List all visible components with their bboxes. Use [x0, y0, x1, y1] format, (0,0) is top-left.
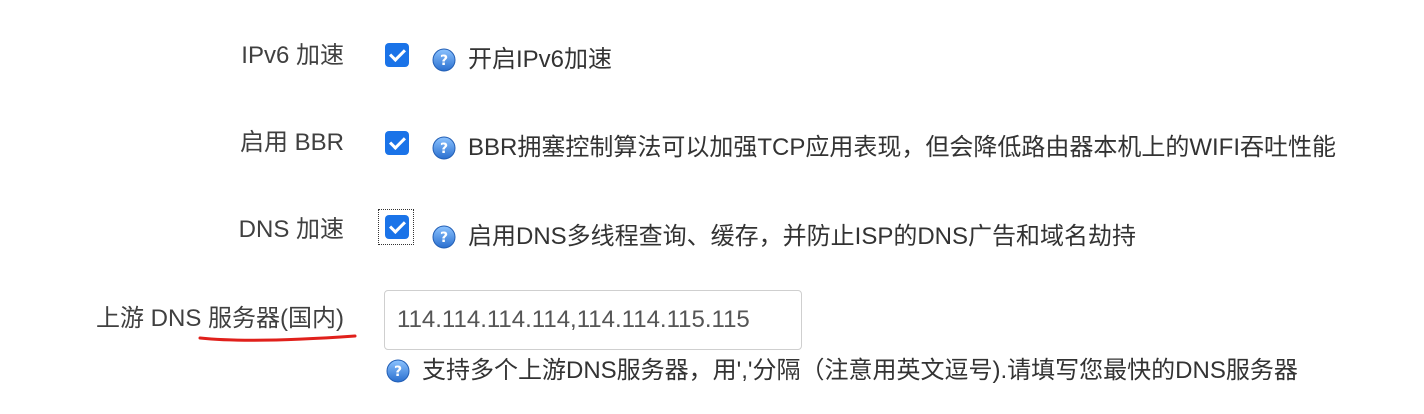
- ipv6-accel-label: IPv6 加速: [241, 42, 344, 69]
- ipv6-accel-help: ? 开启IPv6加速: [432, 45, 612, 75]
- svg-text:?: ?: [394, 364, 402, 380]
- settings-panel: IPv6 加速 ? 开启IPv6加速 启用 BBR ? BBR拥塞控制算法可以加…: [0, 0, 1424, 414]
- help-icon: ?: [432, 48, 456, 72]
- upstream-dns-input[interactable]: [384, 290, 802, 350]
- bbr-label: 启用 BBR: [239, 129, 344, 156]
- upstream-dns-label: 上游 DNS 服务器(国内): [96, 305, 344, 332]
- svg-text:?: ?: [440, 230, 448, 246]
- bbr-checkbox[interactable]: [385, 131, 409, 155]
- dns-accel-help-text: 启用DNS多线程查询、缓存，并防止ISP的DNS广告和域名劫持: [468, 223, 1137, 250]
- bbr-help: ? BBR拥塞控制算法可以加强TCP应用表现，但会降低路由器本机上的WIFI吞吐…: [432, 133, 1336, 163]
- help-icon: ?: [432, 136, 456, 160]
- dns-accel-help: ? 启用DNS多线程查询、缓存，并防止ISP的DNS广告和域名劫持: [432, 222, 1136, 252]
- svg-text:?: ?: [440, 53, 448, 69]
- red-underline-annotation: [198, 334, 357, 342]
- bbr-help-text: BBR拥塞控制算法可以加强TCP应用表现，但会降低路由器本机上的WIFI吞吐性能: [468, 134, 1336, 161]
- upstream-dns-help-text: 支持多个上游DNS服务器，用','分隔（注意用英文逗号).请填写您最快的DNS服…: [422, 357, 1298, 384]
- dns-accel-checkbox[interactable]: [385, 215, 409, 239]
- help-icon: ?: [432, 225, 456, 249]
- ipv6-accel-help-text: 开启IPv6加速: [468, 46, 613, 73]
- upstream-dns-help: ? 支持多个上游DNS服务器，用','分隔（注意用英文逗号).请填写您最快的DN…: [386, 356, 1298, 386]
- ipv6-accel-checkbox[interactable]: [385, 43, 409, 67]
- svg-text:?: ?: [440, 141, 448, 157]
- dns-accel-label: DNS 加速: [238, 216, 344, 243]
- help-icon: ?: [386, 359, 410, 383]
